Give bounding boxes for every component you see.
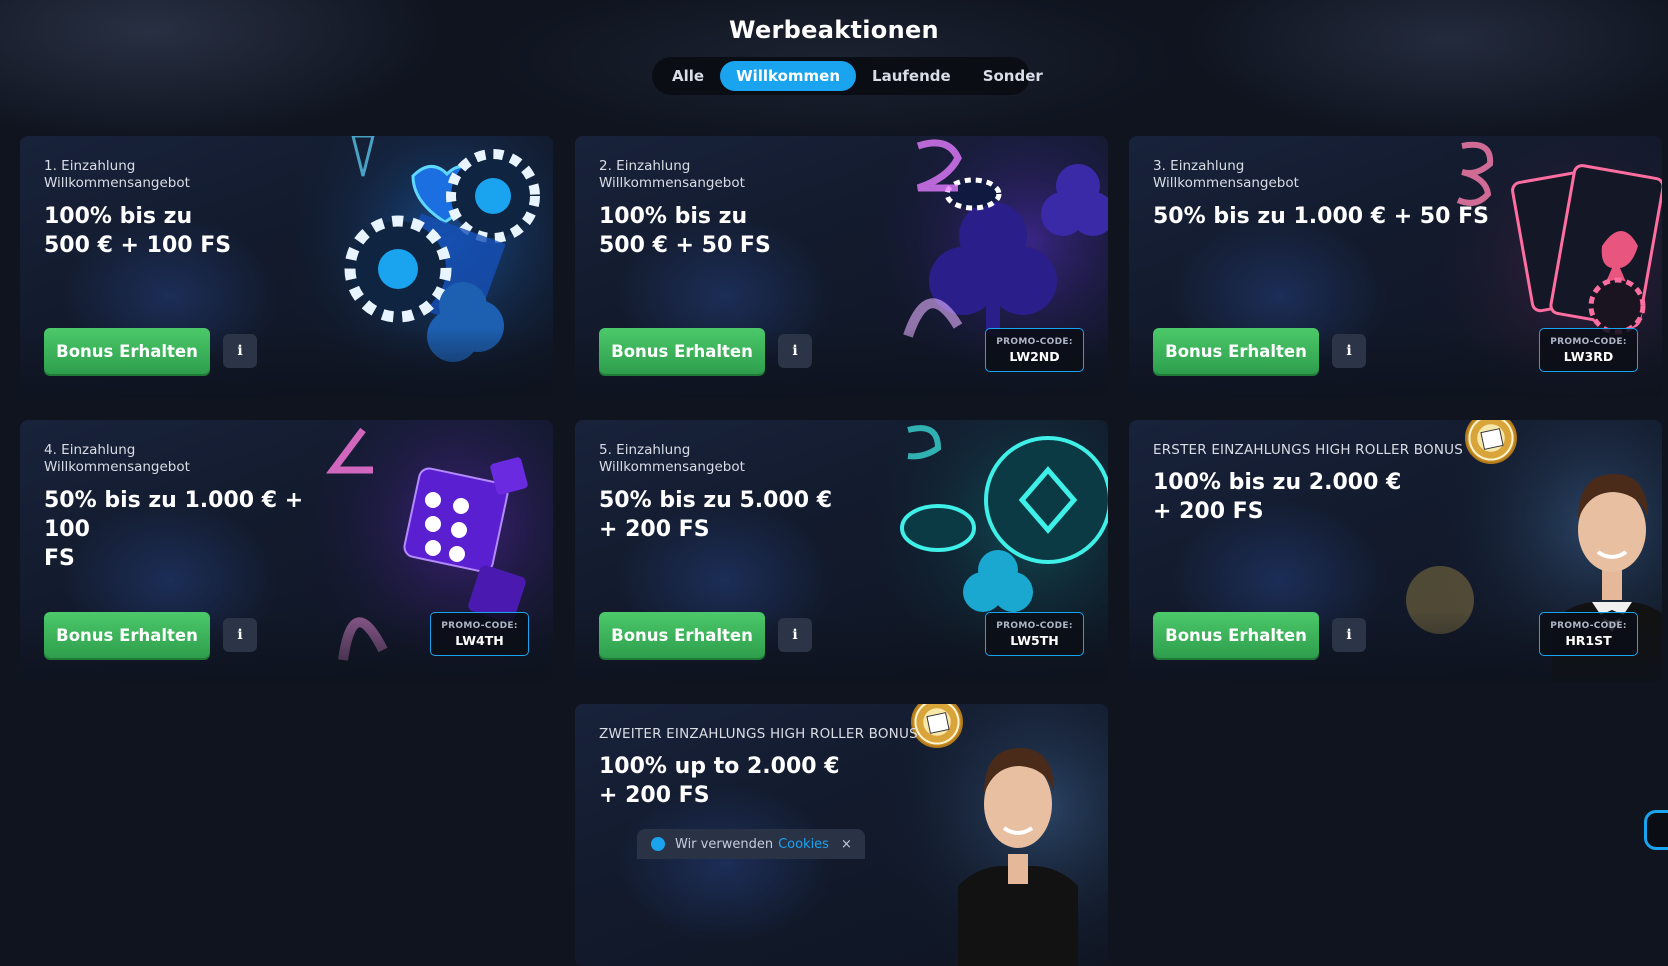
bonus-button[interactable]: Bonus Erhalten (599, 612, 765, 658)
promo-code-value: LW5TH (1010, 633, 1059, 648)
promo-tabs: Alle Willkommen Laufende Sonder (652, 57, 1043, 95)
promo-code-label: PROMO-CODE: (996, 621, 1073, 631)
promo-code-box[interactable]: PROMO-CODE: LW5TH (985, 612, 1084, 656)
promo-code-label: PROMO-CODE: (1550, 621, 1627, 631)
tab-sonder[interactable]: Sonder (967, 61, 1059, 91)
promo-code-value: LW4TH (455, 633, 504, 648)
promo-card-4: 4. Einzahlung Willkommensangebot 50% bis… (20, 420, 553, 682)
promo-code-value: LW3RD (1563, 349, 1614, 364)
card-headline: 50% bis zu 1.000 € + 50 FS (1153, 204, 1489, 229)
card-subtitle: 5. Einzahlung Willkommensangebot (599, 442, 745, 475)
card-subtitle: 4. Einzahlung Willkommensangebot (44, 442, 190, 475)
bonus-button[interactable]: Bonus Erhalten (44, 328, 210, 374)
promo-card-2: 2. Einzahlung Willkommensangebot 100% bi… (575, 136, 1108, 398)
high-roller-host-art (848, 704, 1108, 966)
promo-code-box[interactable]: PROMO-CODE: LW2ND (985, 328, 1084, 372)
promo-card-1: 1. Einzahlung Willkommensangebot 100% bi… (20, 136, 553, 398)
promo-code-box[interactable]: PROMO-CODE: HR1ST (1539, 612, 1638, 656)
card-headline: 100% up to 2.000 € + 200 FS (599, 754, 840, 808)
close-icon[interactable]: × (841, 837, 852, 852)
cookie-icon (651, 837, 665, 851)
bonus-button[interactable]: Bonus Erhalten (1153, 328, 1319, 374)
card-subtitle: 1. Einzahlung Willkommensangebot (44, 158, 190, 191)
tab-laufende[interactable]: Laufende (856, 61, 967, 91)
promo-code-value: HR1ST (1565, 633, 1612, 648)
card-headline: 100% bis zu 500 € + 50 FS (599, 204, 771, 258)
promo-card-5: 5. Einzahlung Willkommensangebot 50% bis… (575, 420, 1108, 682)
tab-alle[interactable]: Alle (656, 61, 720, 91)
card-subtitle: 3. Einzahlung Willkommensangebot (1153, 158, 1299, 191)
bonus-button[interactable]: Bonus Erhalten (1153, 612, 1319, 658)
card-subtitle: 2. Einzahlung Willkommensangebot (599, 158, 745, 191)
cookie-link[interactable]: Cookies (778, 837, 829, 852)
bonus-button[interactable]: Bonus Erhalten (44, 612, 210, 658)
info-icon[interactable]: i (778, 334, 812, 368)
promo-code-label: PROMO-CODE: (441, 621, 518, 631)
info-icon[interactable]: i (1332, 334, 1366, 368)
card-headline: 100% bis zu 2.000 € + 200 FS (1153, 470, 1402, 524)
cookie-banner: Wir verwenden Cookies × (637, 829, 865, 859)
page-title: Werbeaktionen (729, 16, 939, 44)
cookie-text: Wir verwenden (675, 836, 774, 852)
tab-willkommen[interactable]: Willkommen (720, 61, 857, 91)
info-icon[interactable]: i (223, 334, 257, 368)
card-subtitle: ERSTER EINZAHLUNGS HIGH ROLLER BONUS (1153, 442, 1464, 458)
promo-code-box[interactable]: PROMO-CODE: LW4TH (430, 612, 529, 656)
info-icon[interactable]: i (1332, 618, 1366, 652)
promo-card-6: ERSTER EINZAHLUNGS HIGH ROLLER BONUS 100… (1129, 420, 1662, 682)
chat-support-icon[interactable] (1644, 810, 1668, 850)
card-subtitle: ZWEITER EINZAHLUNGS HIGH ROLLER BONUS (599, 726, 918, 742)
bonus-button[interactable]: Bonus Erhalten (599, 328, 765, 374)
card-headline: 50% bis zu 1.000 € + 100 FS (44, 488, 304, 571)
promo-card-3: 3. Einzahlung Willkommensangebot 50% bis… (1129, 136, 1662, 398)
promo-code-label: PROMO-CODE: (1550, 337, 1627, 347)
promo-code-box[interactable]: PROMO-CODE: LW3RD (1539, 328, 1638, 372)
info-icon[interactable]: i (223, 618, 257, 652)
info-icon[interactable]: i (778, 618, 812, 652)
promo-code-value: LW2ND (1009, 349, 1060, 364)
promo-code-label: PROMO-CODE: (996, 337, 1073, 347)
card-headline: 50% bis zu 5.000 € + 200 FS (599, 488, 833, 542)
card-headline: 100% bis zu 500 € + 100 FS (44, 204, 232, 258)
